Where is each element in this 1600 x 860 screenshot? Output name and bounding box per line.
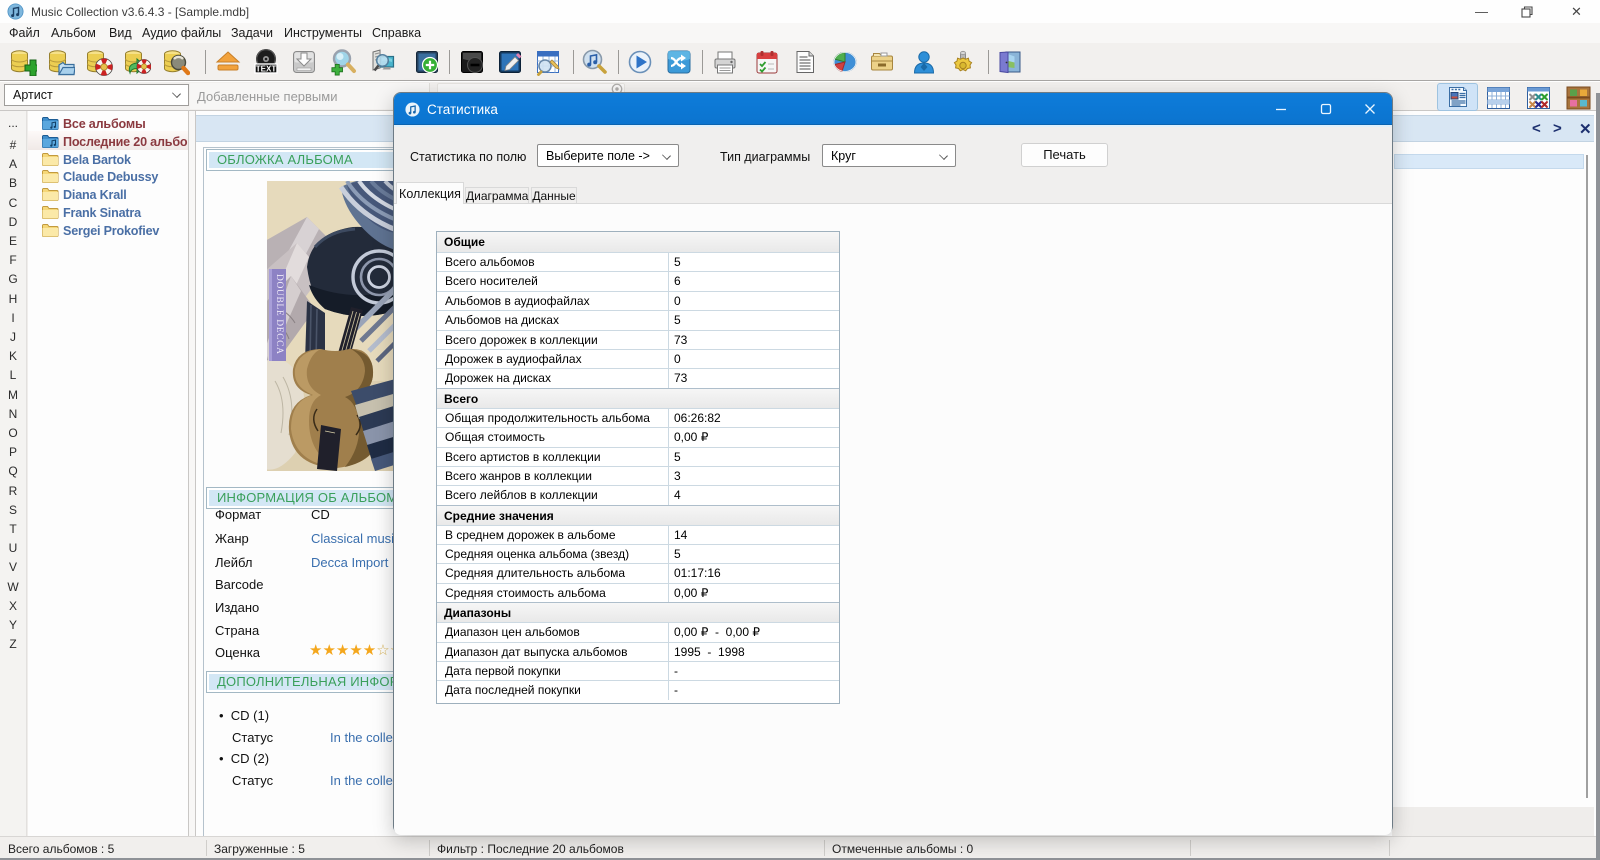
svg-text:DOUBLE DECCA: DOUBLE DECCA bbox=[274, 274, 284, 354]
svg-text:TEXT: TEXT bbox=[256, 64, 277, 73]
